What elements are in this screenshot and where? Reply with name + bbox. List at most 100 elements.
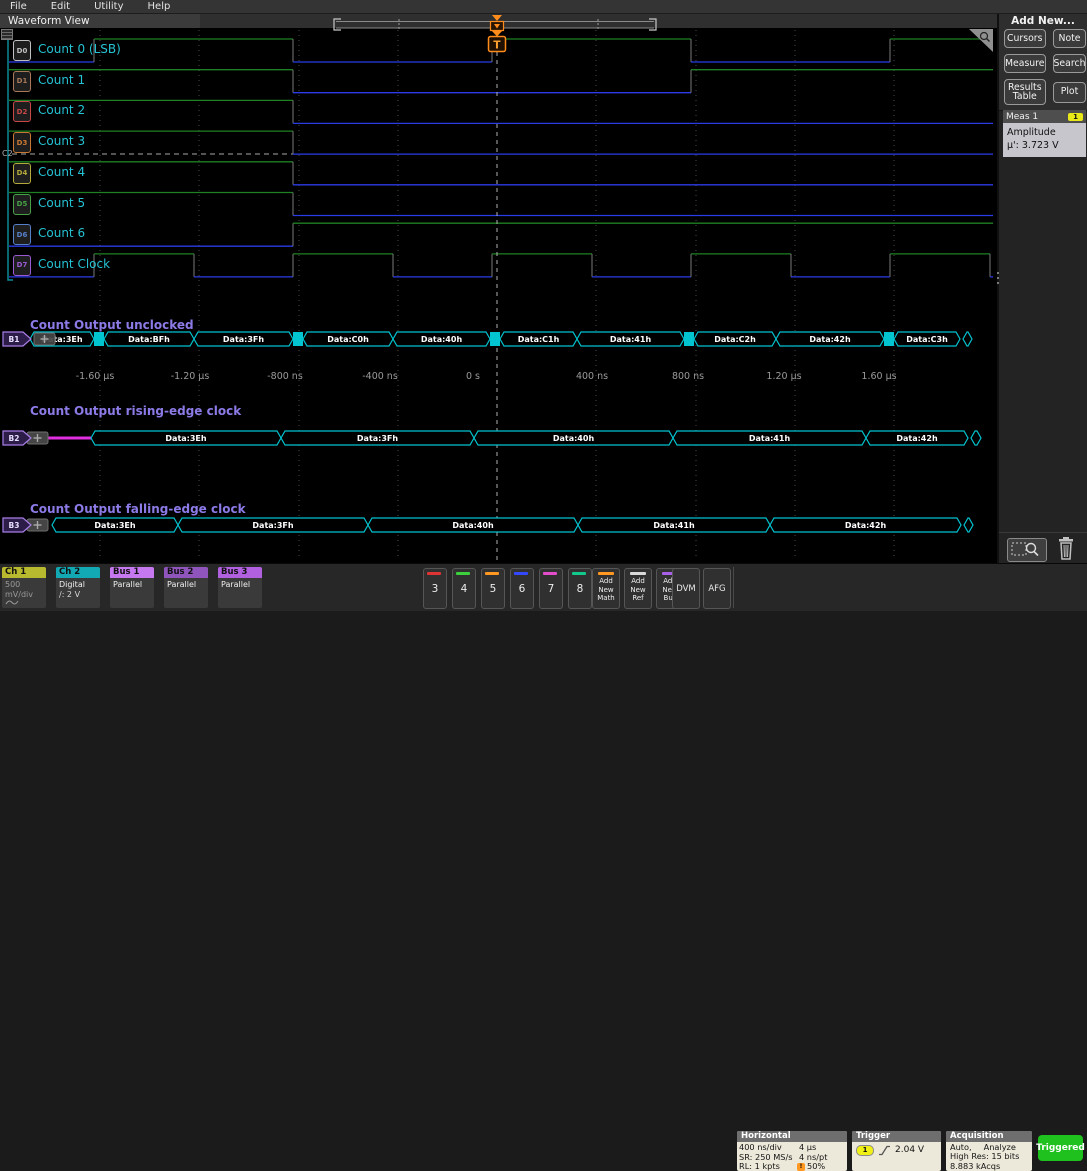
svg-text: Data:C2h — [714, 335, 756, 344]
svg-text: Data:42h — [845, 521, 887, 530]
waveform-plot: Data:3EhData:BFhData:3FhData:C0hData:40h… — [0, 14, 997, 563]
source-badge-line: Parallel — [113, 580, 151, 590]
acq-analyze: Analyze — [984, 1143, 1016, 1152]
digital-channel-badge-D2[interactable]: D2 — [13, 101, 31, 122]
channel-button-3[interactable]: 3 — [423, 568, 447, 609]
time-axis-label: 1.60 μs — [847, 371, 911, 382]
rising-edge-icon — [878, 1145, 891, 1156]
svg-text: Data:C0h — [327, 335, 369, 344]
source-badge-line: ∕: 2 V — [59, 590, 97, 600]
note-button[interactable]: Note — [1053, 29, 1087, 48]
digital-channel-badge-D5[interactable]: D5 — [13, 194, 31, 215]
waveform-view-tab[interactable]: Waveform View — [8, 15, 90, 27]
source-badge-bus2[interactable]: Bus 2 Parallel — [164, 567, 208, 608]
svg-text: Data:40h — [421, 335, 463, 344]
position-marker-icon: ! — [797, 1163, 805, 1171]
meas-type: Amplitude — [1007, 126, 1082, 139]
svg-text: Data:42h — [809, 335, 851, 344]
menu-help[interactable]: Help — [148, 1, 171, 12]
add-new-math-button[interactable]: Add New Math — [592, 568, 620, 609]
search-button[interactable]: Search — [1053, 54, 1087, 73]
source-badge-line: Parallel — [167, 580, 205, 590]
digital-channel-label-D0: Count 0 (LSB) — [38, 42, 121, 56]
measure-button[interactable]: Measure — [1004, 54, 1046, 73]
channel-number: 4 — [453, 583, 475, 595]
zoom-select-button[interactable] — [1007, 538, 1047, 562]
dvm-button[interactable]: DVM — [672, 568, 700, 609]
digital-channel-label-D6: Count 6 — [38, 226, 85, 240]
source-badge-bus1[interactable]: Bus 1Parallel — [110, 567, 154, 608]
sample-rate: SR: 250 MS/s — [739, 1153, 793, 1162]
trigger-level: 2.04 V — [895, 1146, 924, 1155]
trash-button[interactable] — [1055, 536, 1077, 561]
right-panel: Add New... Cursors Note Measure Search R… — [999, 14, 1087, 563]
source-badge-title: Ch 1 — [2, 567, 46, 578]
acquisition-title: Acquisition — [946, 1131, 1032, 1142]
digital-channel-badge-D0[interactable]: D0 — [13, 40, 31, 61]
svg-text: Data:41h — [653, 521, 695, 530]
cursors-button[interactable]: Cursors — [1004, 29, 1046, 48]
menu-utility[interactable]: Utility — [94, 1, 123, 12]
svg-text: Data:3Fh — [357, 434, 398, 443]
digital-channel-label-D4: Count 4 — [38, 165, 85, 179]
source-badge-body: Parallel — [110, 578, 154, 592]
channel-button-8[interactable]: 8 — [568, 568, 592, 609]
digital-channel-badge-D7[interactable]: D7 — [13, 255, 31, 276]
grip-icon[interactable] — [1, 29, 13, 40]
add-color-stripe — [598, 572, 614, 575]
channel-number: 6 — [511, 583, 533, 595]
add-button-label: Add New Ref — [625, 577, 651, 603]
digital-channel-label-D2: Count 2 — [38, 103, 85, 117]
bus-transition-block — [94, 332, 104, 346]
time-axis-label: -1.60 μs — [63, 371, 127, 382]
trigger-panel[interactable]: Trigger 1 2.04 V — [852, 1131, 941, 1171]
source-badge-title: Bus 2 — [164, 567, 208, 578]
digital-channel-label-D5: Count 5 — [38, 196, 85, 210]
digital-channel-badge-D4[interactable]: D4 — [13, 163, 31, 184]
source-badge-line: 500 mV/div — [5, 580, 43, 599]
horizontal-scale: 400 ns/div — [739, 1143, 782, 1152]
measurement-card[interactable]: Meas 1 1 Amplitude μ': 3.723 V — [1003, 110, 1086, 157]
channel-button-6[interactable]: 6 — [510, 568, 534, 609]
source-badge-title: Ch 2 — [56, 567, 100, 578]
source-badge-ch1[interactable]: Ch 1500 mV/div100 MHz — [2, 567, 46, 608]
acq-resolution: High Res: 15 bits — [950, 1152, 1028, 1161]
horizontal-panel[interactable]: Horizontal 400 ns/div 4 μs SR: 250 MS/s … — [737, 1131, 847, 1171]
source-badge-body: Parallel — [218, 578, 262, 592]
time-axis-label: 400 ns — [560, 371, 624, 382]
time-axis-label: -1.20 μs — [158, 371, 222, 382]
channel-number: 3 — [424, 583, 446, 595]
digital-channel-badge-D1[interactable]: D1 — [13, 71, 31, 92]
channel-button-7[interactable]: 7 — [539, 568, 563, 609]
menu-bar: File Edit Utility Help — [0, 0, 1087, 14]
svg-text: Data:3Fh — [252, 521, 293, 530]
results-table-button[interactable]: Results Table — [1004, 79, 1046, 105]
channel-button-5[interactable]: 5 — [481, 568, 505, 609]
acquisition-panel[interactable]: Acquisition Auto, Analyze High Res: 15 b… — [946, 1131, 1032, 1171]
source-badge-ch2[interactable]: Ch 2Digital∕: 2 V — [56, 567, 100, 608]
source-badge-body: Digital∕: 2 V — [56, 578, 100, 601]
ch2-position-label: C2 — [2, 149, 13, 158]
waveform-view: Data:3EhData:BFhData:3FhData:C0hData:40h… — [0, 14, 997, 563]
channel-number: 7 — [540, 583, 562, 595]
svg-text: Data:3Fh — [223, 335, 264, 344]
plot-button[interactable]: Plot — [1053, 82, 1087, 103]
digital-channel-label-D1: Count 1 — [38, 73, 85, 87]
digital-channel-badge-D6[interactable]: D6 — [13, 224, 31, 245]
trigger-source-badge: 1 — [856, 1145, 874, 1156]
digital-channel-badge-D3[interactable]: D3 — [13, 132, 31, 153]
record-length: RL: 1 kpts — [739, 1162, 780, 1171]
menu-edit[interactable]: Edit — [51, 1, 70, 12]
source-badge-bus3[interactable]: Bus 3Parallel — [218, 567, 262, 608]
zoom-select-icon — [1008, 539, 1044, 559]
menu-file[interactable]: File — [10, 1, 27, 12]
horizontal-position: 50% — [807, 1162, 825, 1171]
afg-button[interactable]: AFG — [703, 568, 731, 609]
bus-name-label-B1: Count Output unclocked — [30, 318, 194, 332]
sample-interval: 4 ns/pt — [799, 1153, 827, 1162]
svg-text: Data:40h — [553, 434, 595, 443]
toolbar-divider — [733, 567, 734, 608]
svg-text: Data:41h — [749, 434, 791, 443]
channel-button-4[interactable]: 4 — [452, 568, 476, 609]
add-new-ref-button[interactable]: Add New Ref — [624, 568, 652, 609]
